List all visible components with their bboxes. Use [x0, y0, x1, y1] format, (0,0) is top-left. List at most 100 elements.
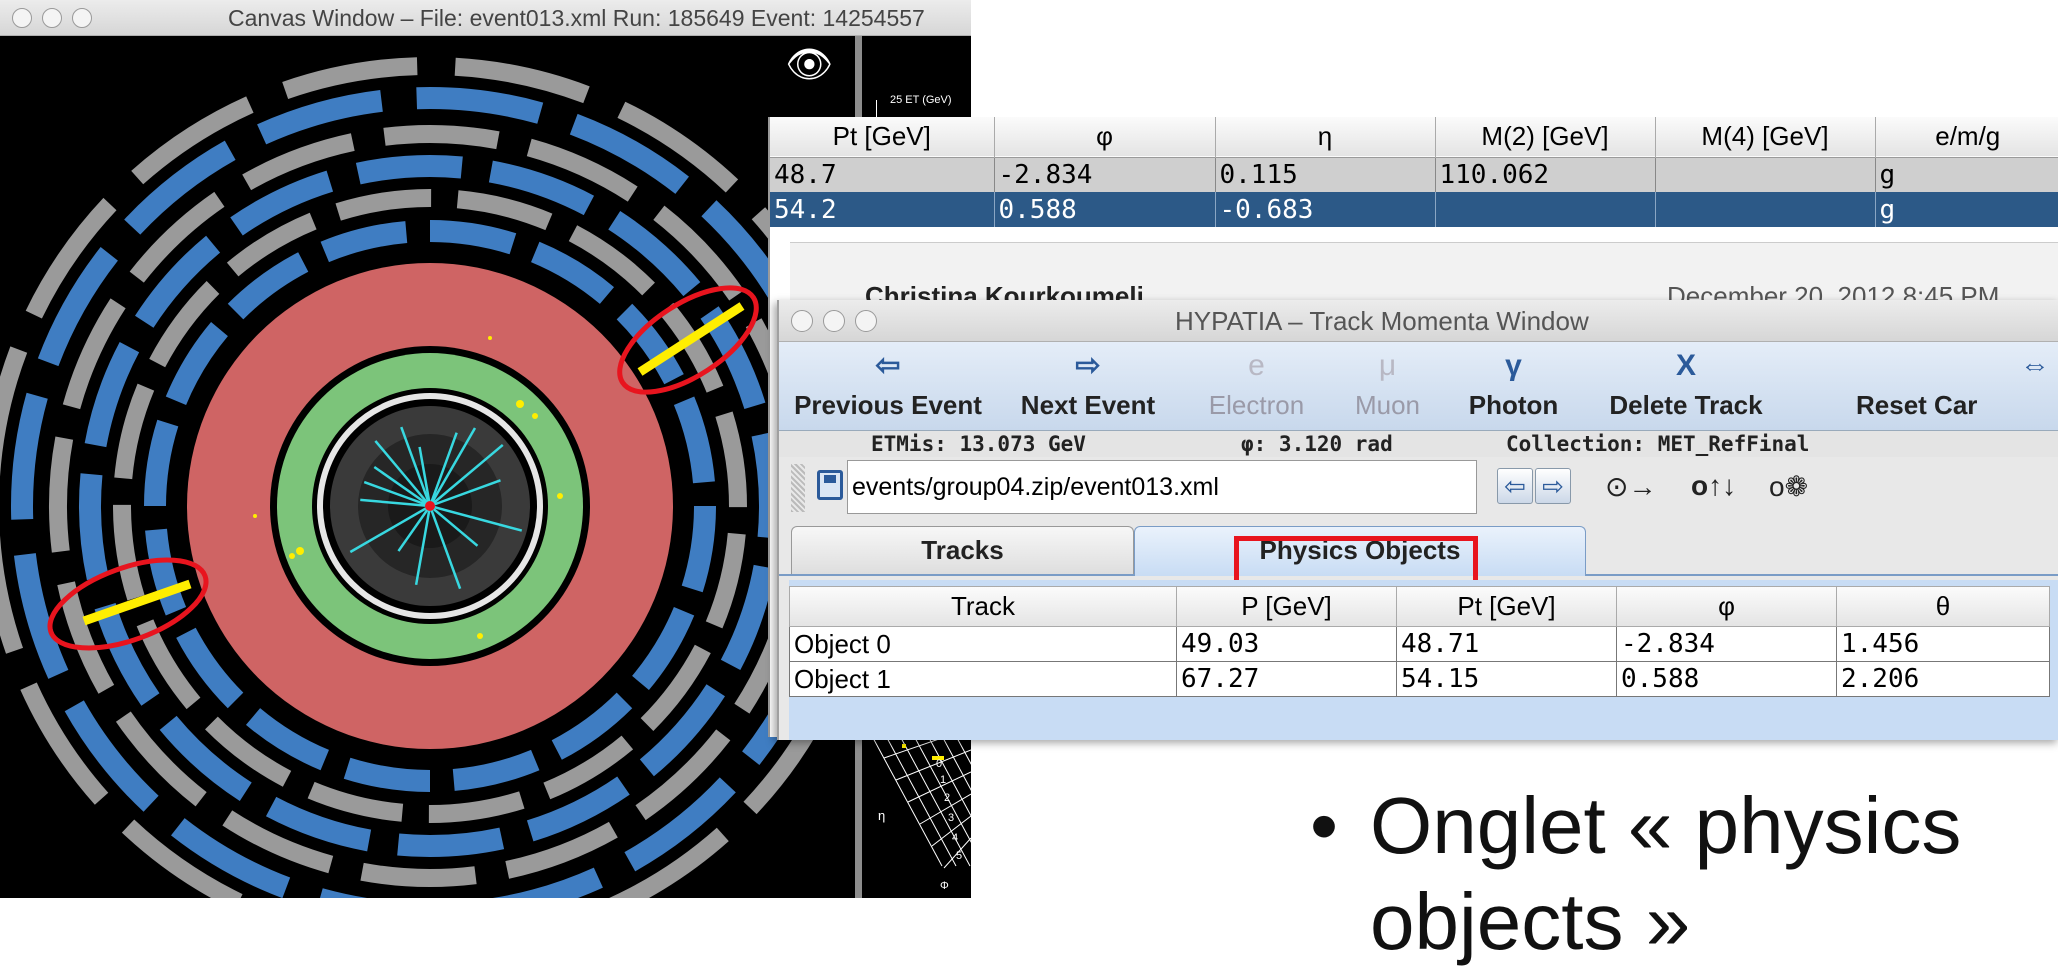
- delete-track-button[interactable]: X Delete Track: [1586, 342, 1786, 430]
- etmis-value: ETMis: 13.073 GeV: [871, 432, 1086, 456]
- save-icon[interactable]: [817, 470, 843, 500]
- results-col-m2[interactable]: M(2) [GeV]: [1435, 117, 1656, 157]
- table-row-selected[interactable]: 54.2 0.588 -0.683 g: [770, 192, 2058, 227]
- muon-chamber-segment: [383, 125, 500, 150]
- physics-col-track[interactable]: Track: [789, 586, 1177, 627]
- results-col-m4[interactable]: M(4) [GeV]: [1655, 117, 1876, 157]
- muon-chamber-segment: [429, 220, 517, 255]
- grip-handle[interactable]: [791, 464, 805, 512]
- canvas-window-title: Canvas Window – File: event013.xml Run: …: [228, 5, 925, 31]
- physics-objects-panel: Track P [GeV] Pt [GeV] φ θ Object 0 49.0…: [789, 580, 2058, 740]
- cluster-tool-icon[interactable]: o❁: [1769, 470, 1808, 503]
- file-path-input[interactable]: events/group04.zip/event013.xml: [847, 460, 1477, 514]
- muon-chamber-segment: [49, 436, 74, 553]
- muon-button[interactable]: μ Muon: [1334, 342, 1441, 430]
- electron-icon: e: [1248, 349, 1265, 382]
- tab-tracks-label: Tracks: [921, 535, 1004, 565]
- muon-chamber-segment: [397, 827, 505, 857]
- toolbar-label: Previous Event: [794, 390, 982, 420]
- tab-highlight-box: [1234, 536, 1478, 586]
- etmis-strip: ETMis: 13.073 GeV φ: 3.120 rad Collectio…: [779, 431, 2058, 457]
- file-path-text: events/group04.zip/event013.xml: [852, 473, 1219, 501]
- physics-col-phi[interactable]: φ: [1616, 586, 1837, 627]
- table-cell: 0.115: [1215, 157, 1436, 192]
- table-cell: 0.588: [1616, 661, 1837, 697]
- results-col-pt[interactable]: Pt [GeV]: [770, 117, 995, 157]
- window-controls: [12, 8, 92, 28]
- track-toolbar: ⇦ Previous Event ⇨ Next Event e Electron…: [779, 342, 2058, 431]
- table-cell: [1655, 192, 1876, 227]
- toolbar-label: Photon: [1468, 390, 1559, 420]
- table-cell: [1655, 157, 1876, 192]
- detector-view[interactable]: [0, 36, 855, 898]
- physics-col-pt[interactable]: Pt [GeV]: [1396, 586, 1617, 627]
- results-header-row: Pt [GeV] φ η M(2) [GeV] M(4) [GeV] e/m/g: [770, 117, 2058, 157]
- arrow-left-icon: ⇦: [875, 349, 901, 382]
- table-cell: 48.71: [1396, 626, 1617, 662]
- prev-file-button[interactable]: ⇦: [1497, 468, 1533, 504]
- canvas-window-titlebar: Canvas Window – File: event013.xml Run: …: [0, 0, 971, 36]
- electron-button[interactable]: e Electron: [1179, 342, 1334, 430]
- track-momenta-window: HYPATIA – Track Momenta Window ⇦ Previou…: [777, 300, 2058, 740]
- lego-grid-line: [895, 749, 971, 781]
- vertex: [425, 501, 435, 511]
- table-cell: 1.456: [1836, 626, 2050, 662]
- results-col-eta[interactable]: η: [1215, 117, 1436, 157]
- toolbar-label: Reset Car: [1856, 390, 1978, 420]
- arrow-left-icon: ⇦: [1504, 471, 1526, 501]
- tab-tracks[interactable]: Tracks: [791, 526, 1134, 574]
- zoom-button[interactable]: [72, 8, 92, 28]
- table-cell: [1435, 192, 1656, 227]
- swap-tool-icon[interactable]: o↑↓: [1691, 470, 1736, 502]
- results-col-phi[interactable]: φ: [994, 117, 1216, 157]
- minimize-button[interactable]: [823, 310, 845, 332]
- lego-eta-tick-1: 1: [940, 774, 947, 786]
- next-event-button[interactable]: ⇨ Next Event: [997, 342, 1179, 430]
- caption-bullet: •: [1310, 781, 1339, 870]
- toolbar-label: Electron: [1208, 390, 1305, 420]
- muon-chamber-segment: [144, 419, 179, 507]
- photon-button[interactable]: γ Photon: [1441, 342, 1586, 430]
- table-cell: -2.834: [1616, 626, 1837, 662]
- lego-eta-tick-3: 3: [948, 812, 955, 824]
- previous-event-button[interactable]: ⇦ Previous Event: [779, 342, 997, 430]
- table-cell: Object 1: [789, 661, 1177, 697]
- etmis-collection: Collection: MET_RefFinal: [1506, 432, 1810, 456]
- reset-arrows-icon: ⇔: [2020, 349, 2050, 382]
- physics-col-p[interactable]: P [GeV]: [1176, 586, 1397, 627]
- table-row[interactable]: Object 1 67.27 54.15 0.588 2.206: [789, 661, 2050, 697]
- table-row[interactable]: 48.7 -2.834 0.115 110.062 g: [770, 157, 2058, 192]
- etmis-phi: φ: 3.120 rad: [1241, 432, 1393, 456]
- table-cell: 0.588: [994, 192, 1216, 227]
- track-window-titlebar: HYPATIA – Track Momenta Window: [779, 300, 2058, 342]
- close-button[interactable]: [791, 310, 813, 332]
- table-cell: g: [1879, 159, 1896, 190]
- zoom-button[interactable]: [855, 310, 877, 332]
- vertex-tool-icon[interactable]: ⊙→: [1605, 470, 1656, 503]
- muon-chamber-segment: [355, 155, 463, 185]
- next-file-button[interactable]: ⇨: [1535, 468, 1571, 504]
- toolbar-label: Next Event: [1020, 390, 1156, 420]
- caption-text-continued: objects »: [1370, 877, 1691, 966]
- lego-eta-tick-2: 2: [944, 792, 951, 804]
- eye-icon[interactable]: 👁: [785, 46, 833, 84]
- lego-eta-tick-0: 0: [936, 758, 943, 770]
- close-button[interactable]: [12, 8, 32, 28]
- table-cell: Object 0: [789, 626, 1177, 662]
- table-cell: 49.03: [1176, 626, 1397, 662]
- table-row[interactable]: Object 0 49.03 48.71 -2.834 1.456: [789, 626, 2050, 662]
- results-col-emg[interactable]: e/m/g: [1875, 117, 2058, 157]
- reset-button[interactable]: ⇔ Reset Car: [1786, 342, 2058, 430]
- muon-chamber-segment: [681, 505, 716, 593]
- slide-caption: • Onglet « physics objects »: [1310, 778, 2058, 966]
- window-controls: [791, 310, 877, 332]
- physics-col-theta[interactable]: θ: [1836, 586, 2050, 627]
- lego-eta-label: η: [878, 808, 886, 823]
- file-path-row: events/group04.zip/event013.xml ⇦ ⇨ ⊙→ o…: [779, 458, 2058, 518]
- muon-chamber-segment: [343, 757, 431, 792]
- muon-icon: μ: [1378, 349, 1397, 382]
- minimize-button[interactable]: [42, 8, 62, 28]
- toolbar-label: Muon: [1354, 390, 1421, 420]
- lego-eta-tick-5: 5: [956, 850, 963, 862]
- table-cell: 67.27: [1176, 661, 1397, 697]
